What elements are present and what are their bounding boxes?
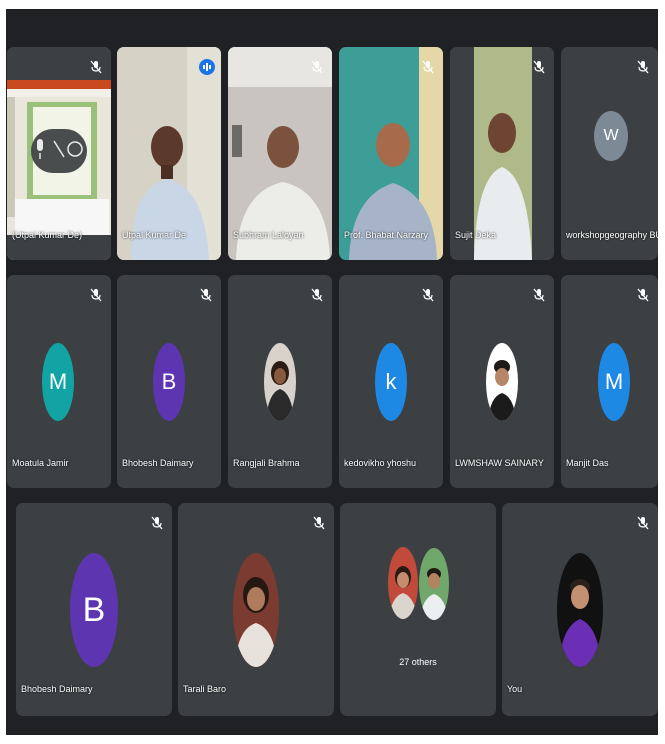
participant-tile[interactable]: Tarali Baro (178, 503, 334, 716)
participant-tile[interactable]: (Utpal Kumar De) (7, 47, 111, 260)
participant-video (450, 47, 554, 260)
mic-off-icon (311, 60, 323, 74)
participant-name: Utpal Kumar De (122, 230, 187, 240)
participant-video (117, 47, 221, 260)
participant-name: Subhram Laloyan (233, 230, 304, 240)
mic-off-icon (533, 60, 545, 74)
participant-name: Manjit Das (566, 458, 609, 468)
meeting-grid: (Utpal Kumar De) Utpal Kumar De Subhram … (6, 9, 658, 735)
participant-tile[interactable]: W workshopgeography BU (561, 47, 658, 260)
mic-off-icon (637, 288, 649, 302)
participant-name: (Utpal Kumar De) (12, 230, 83, 240)
participant-video (228, 47, 332, 260)
participant-name: Moatula Jamir (12, 458, 69, 468)
participant-name: You (507, 684, 523, 694)
participant-tile[interactable]: Prof. Bhabat Narzary (339, 47, 443, 260)
mic-off-icon (200, 288, 212, 302)
participant-name: kedovikho yhoshu (344, 458, 417, 468)
participant-name: Rangjali Brahma (233, 458, 300, 468)
participant-tile[interactable]: B Bhobesh Daimary (16, 503, 172, 716)
participant-tile[interactable]: Rangjali Brahma (228, 275, 332, 488)
avatar (418, 547, 450, 621)
participant-name: LWMSHAW SAINARY (455, 458, 544, 468)
avatar: B (70, 553, 118, 667)
speaking-indicator-icon (199, 59, 215, 75)
participant-name: workshopgeography BU (566, 230, 658, 240)
avatar (388, 547, 418, 619)
mic-off-icon (637, 60, 649, 74)
mic-off-icon (313, 516, 325, 530)
avatar: B (153, 343, 185, 421)
avatar (264, 343, 296, 421)
avatar (486, 343, 518, 421)
mic-off-icon (90, 288, 102, 302)
participant-name: Sujit Deka (455, 230, 497, 240)
avatar: M (598, 343, 630, 421)
participant-tile[interactable]: Subhram Laloyan (228, 47, 332, 260)
participant-tile[interactable]: Utpal Kumar De (117, 47, 221, 260)
avatar: k (375, 343, 407, 421)
others-tile[interactable]: 27 others (340, 503, 496, 716)
participant-name: Tarali Baro (183, 684, 227, 694)
participant-tile[interactable]: You (502, 503, 658, 716)
participant-tile[interactable]: B Bhobesh Daimary (117, 275, 221, 488)
mic-off-icon (533, 288, 545, 302)
participant-tile[interactable]: Sujit Deka (450, 47, 554, 260)
avatar (233, 553, 279, 667)
avatar: M (42, 343, 74, 421)
participant-name: Bhobesh Daimary (122, 458, 194, 468)
shared-screen (7, 47, 111, 260)
others-count: 27 others (399, 657, 437, 667)
participant-name: Bhobesh Daimary (21, 684, 93, 694)
mic-off-icon (311, 288, 323, 302)
mic-off-icon (637, 516, 649, 530)
participant-video (339, 47, 443, 260)
mic-off-icon (422, 60, 434, 74)
mic-off-icon (90, 60, 102, 74)
participant-tile[interactable]: M Moatula Jamir (7, 275, 111, 488)
participant-tile[interactable]: M Manjit Das (561, 275, 658, 488)
mic-off-icon (422, 288, 434, 302)
participant-tile[interactable]: LWMSHAW SAINARY (450, 275, 554, 488)
avatar: W (594, 111, 628, 161)
mic-off-icon (151, 516, 163, 530)
participant-name: Prof. Bhabat Narzary (344, 230, 429, 240)
participant-tile[interactable]: k kedovikho yhoshu (339, 275, 443, 488)
avatar (557, 553, 603, 667)
